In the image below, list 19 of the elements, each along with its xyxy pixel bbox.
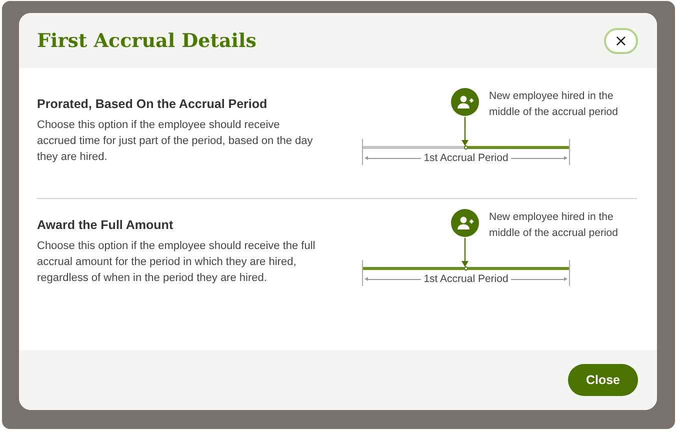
left-arrow bbox=[362, 272, 421, 286]
dialog-title: First Accrual Details bbox=[37, 30, 256, 52]
option-description: Choose this option if the employee should receive accrued time for just part of the period, based on the day they are hired. bbox=[37, 118, 314, 165]
option-description: Choose this option if the employee should receive the full accrual amount for the period in which they are hired, regardless of when in the period they are hired. bbox=[37, 239, 316, 286]
down-arrow bbox=[460, 238, 470, 268]
diagram-note: New employee hired in the middle of the accrual period bbox=[489, 89, 619, 120]
diagram-note: New employee hired in the middle of the accrual period bbox=[489, 210, 619, 241]
left-arrow bbox=[362, 151, 421, 165]
add-person-icon bbox=[451, 209, 479, 237]
right-arrow bbox=[511, 151, 570, 165]
period-label: 1st Accrual Period bbox=[422, 152, 510, 164]
right-arrow bbox=[511, 272, 570, 286]
close-button[interactable]: × bbox=[604, 28, 638, 54]
period-label: 1st Accrual Period bbox=[422, 273, 510, 285]
down-arrow bbox=[460, 117, 470, 147]
close-button[interactable]: Close bbox=[568, 364, 638, 396]
add-person-icon bbox=[451, 88, 479, 116]
option-title: Award the Full Amount bbox=[37, 218, 174, 232]
option-title: Prorated, Based On the Accrual Period bbox=[37, 97, 268, 111]
